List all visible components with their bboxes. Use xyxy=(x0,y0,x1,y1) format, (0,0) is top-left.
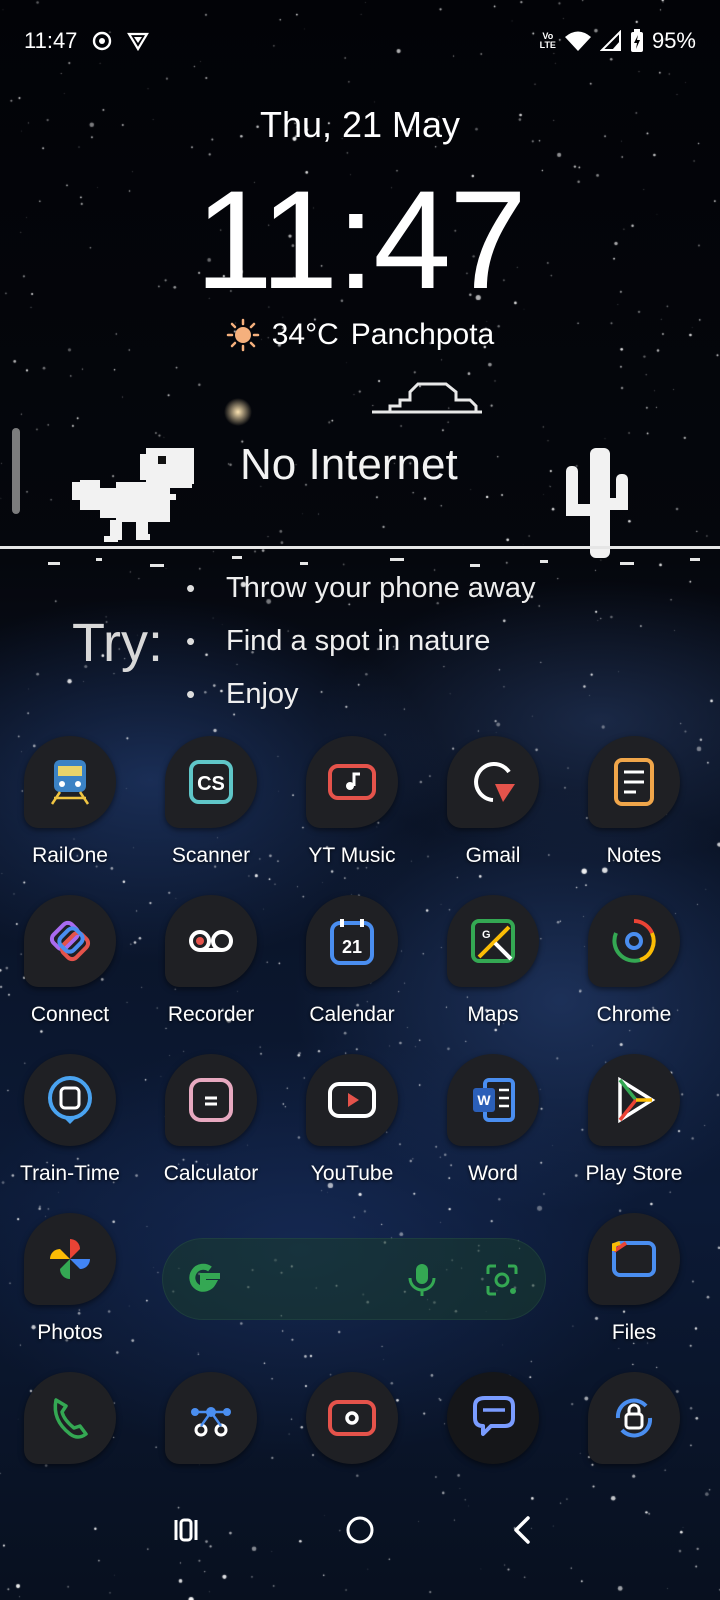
app-railone[interactable]: RailOne xyxy=(0,736,140,886)
app-label: Recorder xyxy=(167,1003,255,1026)
app-label: Calculator xyxy=(163,1162,259,1185)
vpn-shield-icon xyxy=(127,32,150,52)
list-item: Throw your phone away xyxy=(186,568,536,621)
sun-icon xyxy=(226,318,259,352)
app-label: Scanner xyxy=(171,844,251,867)
svg-text:W: W xyxy=(477,1092,491,1108)
battery-charging-icon xyxy=(630,29,643,52)
youtube-icon xyxy=(328,1082,376,1118)
recorder-icon xyxy=(189,930,233,952)
status-bar: 11:47 Vo LTE 95% xyxy=(24,28,696,58)
ground-line xyxy=(0,546,720,567)
app-calendar[interactable]: 21 Calendar xyxy=(282,895,422,1045)
app-label: Play Store xyxy=(585,1162,683,1185)
photos-icon xyxy=(50,1239,90,1279)
no-internet-title: No Internet xyxy=(240,440,458,489)
messages-icon xyxy=(473,1396,515,1436)
svg-text:CS: CS xyxy=(197,773,225,795)
app-label: Chrome xyxy=(596,1003,672,1026)
wifi-icon xyxy=(564,31,591,51)
app-label: Connect xyxy=(30,1003,110,1026)
app-label: Word xyxy=(468,1162,518,1185)
notes-icon xyxy=(614,758,654,806)
navigation-bar xyxy=(0,1500,720,1560)
weather-location: Panchpota xyxy=(350,318,495,351)
status-time: 11:47 xyxy=(24,28,78,53)
cactus-icon xyxy=(566,448,628,558)
app-notes[interactable]: Notes xyxy=(564,736,704,886)
word-icon: W xyxy=(473,1078,515,1122)
dino-icon xyxy=(72,448,194,542)
calculator-icon xyxy=(189,1078,233,1122)
app-label: RailOne xyxy=(32,844,108,867)
camera-icon xyxy=(328,1400,376,1436)
app-gmail[interactable]: Gmail xyxy=(423,736,563,886)
settings-dot-icon xyxy=(93,31,112,51)
app-label: Calendar xyxy=(309,1003,395,1026)
app-label: Train-Time xyxy=(20,1162,120,1185)
signal-icon xyxy=(599,30,621,51)
suggestion-list: Throw your phone away Find a spot in nat… xyxy=(186,568,536,727)
app-train-time[interactable]: Train-Time xyxy=(0,1054,140,1204)
app-connect[interactable]: Connect xyxy=(0,895,140,1045)
lockscreen-date[interactable]: Thu, 21 May xyxy=(0,104,720,146)
app-youtube[interactable]: YouTube xyxy=(282,1054,422,1204)
svg-text:G: G xyxy=(482,929,491,941)
google-lens-icon[interactable] xyxy=(482,1260,522,1300)
volte-indicator: Vo LTE xyxy=(539,31,556,50)
voice-search-icon[interactable] xyxy=(402,1260,442,1300)
app-chrome[interactable]: Chrome xyxy=(564,895,704,1045)
app-files[interactable]: Files xyxy=(564,1213,704,1363)
recents-button[interactable] xyxy=(156,1500,216,1560)
app-label: Files xyxy=(611,1321,657,1344)
phone-icon xyxy=(53,1398,88,1439)
google-g-icon xyxy=(189,1263,220,1292)
calendar-icon: 21 xyxy=(330,919,374,965)
list-item: Find a spot in nature xyxy=(186,621,536,674)
weather-line[interactable]: 34°C Panchpota xyxy=(0,318,720,352)
app-label: Maps xyxy=(467,1003,519,1026)
app-label: YT Music xyxy=(308,844,396,867)
home-button[interactable] xyxy=(330,1500,390,1560)
app-calculator[interactable]: Calculator xyxy=(141,1054,281,1204)
train-time-icon xyxy=(48,1076,92,1124)
play-store-icon xyxy=(618,1076,656,1124)
app-recorder[interactable]: Recorder xyxy=(141,895,281,1045)
maps-icon: G xyxy=(471,919,515,963)
lockscreen-clock[interactable]: 11:47 xyxy=(0,160,720,320)
back-button[interactable] xyxy=(494,1500,554,1560)
app-maps[interactable]: G Maps xyxy=(423,895,563,1045)
app-label: Notes xyxy=(606,844,662,867)
app-label: Gmail xyxy=(465,844,521,867)
weather-temp: 34°C xyxy=(271,318,339,351)
cloud-icon xyxy=(372,382,482,414)
app-label: YouTube xyxy=(310,1162,394,1185)
app-yt-music[interactable]: YT Music xyxy=(282,736,422,886)
connect-icon xyxy=(49,920,91,962)
try-label: Try: xyxy=(72,613,163,673)
chrome-icon xyxy=(612,919,656,963)
app-word[interactable]: W Word xyxy=(423,1054,563,1204)
google-search-bar[interactable] xyxy=(162,1238,546,1320)
app-scanner[interactable]: CS Scanner xyxy=(141,736,281,886)
gmail-icon xyxy=(474,762,515,802)
calendar-day: 21 xyxy=(342,937,362,957)
list-item: Enjoy xyxy=(186,674,536,727)
yt-music-icon xyxy=(328,764,376,800)
files-icon xyxy=(612,1241,656,1277)
camscanner-icon: CS xyxy=(189,760,233,804)
secure-folder-icon xyxy=(615,1398,653,1438)
app-label: Photos xyxy=(37,1321,103,1344)
app-play-store[interactable]: Play Store xyxy=(564,1054,704,1204)
battery-percent: 95% xyxy=(651,28,696,53)
app-photos[interactable]: Photos xyxy=(0,1213,140,1363)
connections-icon xyxy=(191,1407,231,1437)
train-icon xyxy=(50,760,90,805)
